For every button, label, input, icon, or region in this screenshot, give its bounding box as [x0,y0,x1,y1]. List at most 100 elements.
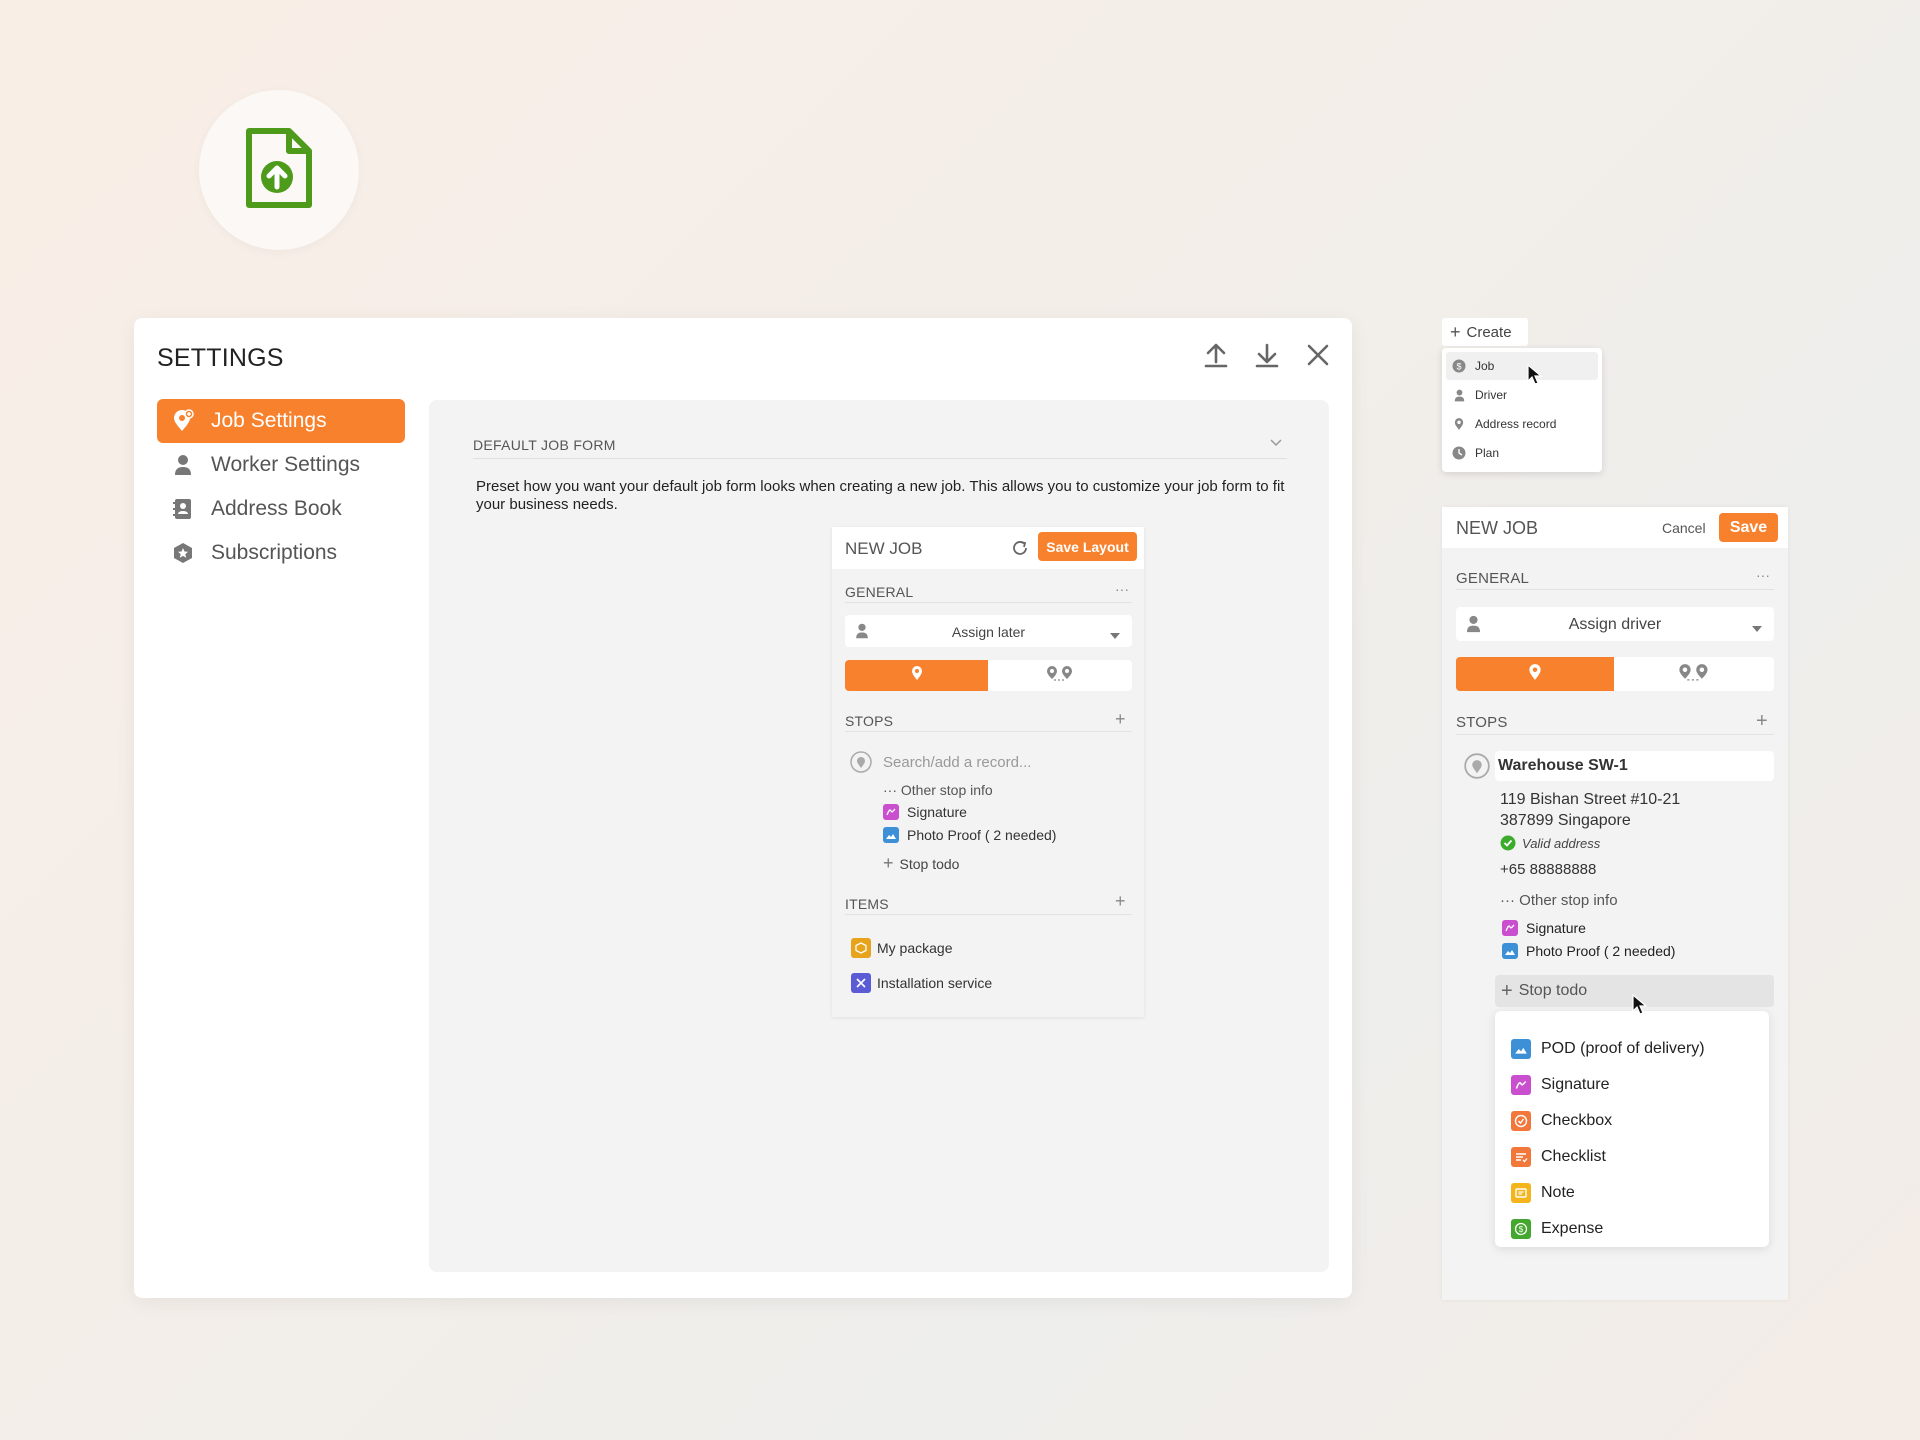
nav-item-subscriptions[interactable]: Subscriptions [157,531,405,575]
nav-item-label: Job Settings [211,409,327,432]
todo-menu-item-expense[interactable]: $ Expense [1511,1215,1603,1243]
create-menu-item-plan[interactable]: Plan [1446,439,1598,467]
more-icon[interactable]: ··· [1115,581,1129,597]
todo-label: Signature [1526,920,1586,936]
general-section-label: GENERAL [845,584,914,600]
assign-label: Assign later [951,624,1026,640]
app-icon-badge [199,90,359,250]
todo-menu-label: Note [1541,1184,1575,1201]
assign-driver-select[interactable]: Assign later [845,615,1132,647]
multi-pin-icon [1046,665,1074,686]
assign-driver-select[interactable]: Assign driver [1456,607,1774,641]
section-description: Preset how you want your default job for… [476,478,1285,513]
download-button[interactable] [1250,340,1284,374]
other-stop-info-toggle[interactable]: ··· Other stop info [1500,892,1618,909]
divider [1456,734,1774,735]
photo-icon [1502,943,1518,959]
tools-icon [851,973,871,993]
stop-search-input[interactable]: Search/add a record... [883,754,1031,771]
nav-item-label: Subscriptions [211,541,338,564]
chevron-down-icon[interactable] [1269,434,1283,452]
mouse-cursor-icon [1527,363,1543,391]
svg-text:$: $ [1456,362,1461,372]
items-section-label: ITEMS [845,896,889,912]
multi-stop-tab[interactable] [1614,657,1774,691]
add-stop-todo-button[interactable]: + Stop todo [883,853,959,874]
create-menu-item-address-record[interactable]: Address record [1446,410,1598,438]
menu-item-label: Driver [1475,388,1507,402]
file-upload-icon [243,127,315,214]
divider [845,731,1132,732]
create-menu: $ Job Driver Address record Plan [1442,348,1602,472]
todo-label: Signature [907,804,967,820]
signature-icon [1511,1075,1531,1095]
address-line-1: 119 Bishan Street #10-21 [1500,791,1681,808]
stop-phone: +65 88888888 [1500,861,1597,878]
nav-item-worker-settings[interactable]: Worker Settings [157,443,405,487]
mouse-cursor-icon [1632,993,1648,1021]
nav-item-label: Worker Settings [211,453,360,476]
single-stop-tab[interactable] [845,660,988,691]
clock-icon [1452,446,1466,460]
person-icon [171,453,195,477]
dollar-circle-icon: $ [1452,359,1466,373]
item-row[interactable]: Installation service [851,973,992,993]
create-menu-item-job[interactable]: $ Job [1446,352,1598,380]
new-job-header: NEW JOB Cancel Save [1442,507,1788,548]
refresh-icon[interactable] [1011,539,1029,562]
close-icon [1307,344,1329,371]
expense-icon: $ [1511,1219,1531,1239]
stop-mode-toggle [845,660,1132,691]
stop-name-field[interactable]: Warehouse SW-1 [1495,751,1774,781]
save-layout-button[interactable]: Save Layout [1038,532,1137,561]
divider [1456,589,1774,590]
plus-icon: + [883,853,894,873]
item-row[interactable]: My package [851,938,952,958]
other-stop-info-toggle[interactable]: ··· Other stop info [883,782,993,798]
create-button[interactable]: + Create [1442,318,1528,346]
close-button[interactable] [1301,340,1335,374]
create-menu-item-driver[interactable]: Driver [1446,381,1598,409]
nav-item-address-book[interactable]: Address Book [157,487,405,531]
add-stop-button[interactable]: + [1756,710,1768,733]
upload-button[interactable] [1199,340,1233,374]
stop-address: 119 Bishan Street #10-21 387899 Singapor… [1500,789,1680,831]
todo-menu-item-signature[interactable]: Signature [1511,1071,1610,1099]
todo-menu-item-note[interactable]: Note [1511,1179,1575,1207]
preview-title: NEW JOB [845,539,923,558]
item-label: My package [877,940,953,956]
todo-item: Signature [1502,920,1586,936]
add-stop-button[interactable]: + [1115,709,1126,730]
address-line-2: 387899 Singapore [1500,812,1631,829]
plus-icon: + [1450,321,1461,342]
svg-text:$: $ [1519,1225,1524,1234]
todo-menu-item-checklist[interactable]: Checklist [1511,1143,1606,1171]
cancel-button[interactable]: Cancel [1662,520,1706,536]
divider [845,602,1132,603]
signature-icon [883,804,899,820]
new-job-title: NEW JOB [1456,518,1539,538]
todo-menu-label: Checklist [1541,1148,1606,1165]
stops-section-label: STOPS [1456,714,1508,731]
menu-item-label: Address record [1475,417,1557,431]
todo-menu-item-checkbox[interactable]: Checkbox [1511,1107,1612,1135]
job-pin-icon [171,409,195,433]
stop-todo-label: Stop todo [899,855,960,872]
add-item-button[interactable]: + [1115,891,1126,912]
nav-item-job-settings[interactable]: Job Settings [157,399,405,443]
location-pin-icon [1464,753,1490,784]
more-icon[interactable]: ··· [1756,567,1770,583]
todo-menu-label: POD (proof of delivery) [1541,1040,1705,1057]
nav-item-label: Address Book [211,497,342,520]
settings-window: SETTINGS Job Settings Worker Settings Ad… [134,318,1352,1298]
todo-label: Photo Proof ( 2 needed) [1526,943,1676,959]
single-stop-tab[interactable] [1456,657,1614,691]
caret-down-icon [1751,620,1763,638]
valid-address-badge: Valid address [1500,835,1600,851]
photo-icon [883,827,899,843]
checkbox-icon [1511,1111,1531,1131]
save-button[interactable]: Save [1719,513,1778,542]
multi-stop-tab[interactable] [988,660,1132,691]
todo-menu-item-pod[interactable]: POD (proof of delivery) [1511,1035,1705,1063]
stop-name: Warehouse SW-1 [1498,757,1628,774]
